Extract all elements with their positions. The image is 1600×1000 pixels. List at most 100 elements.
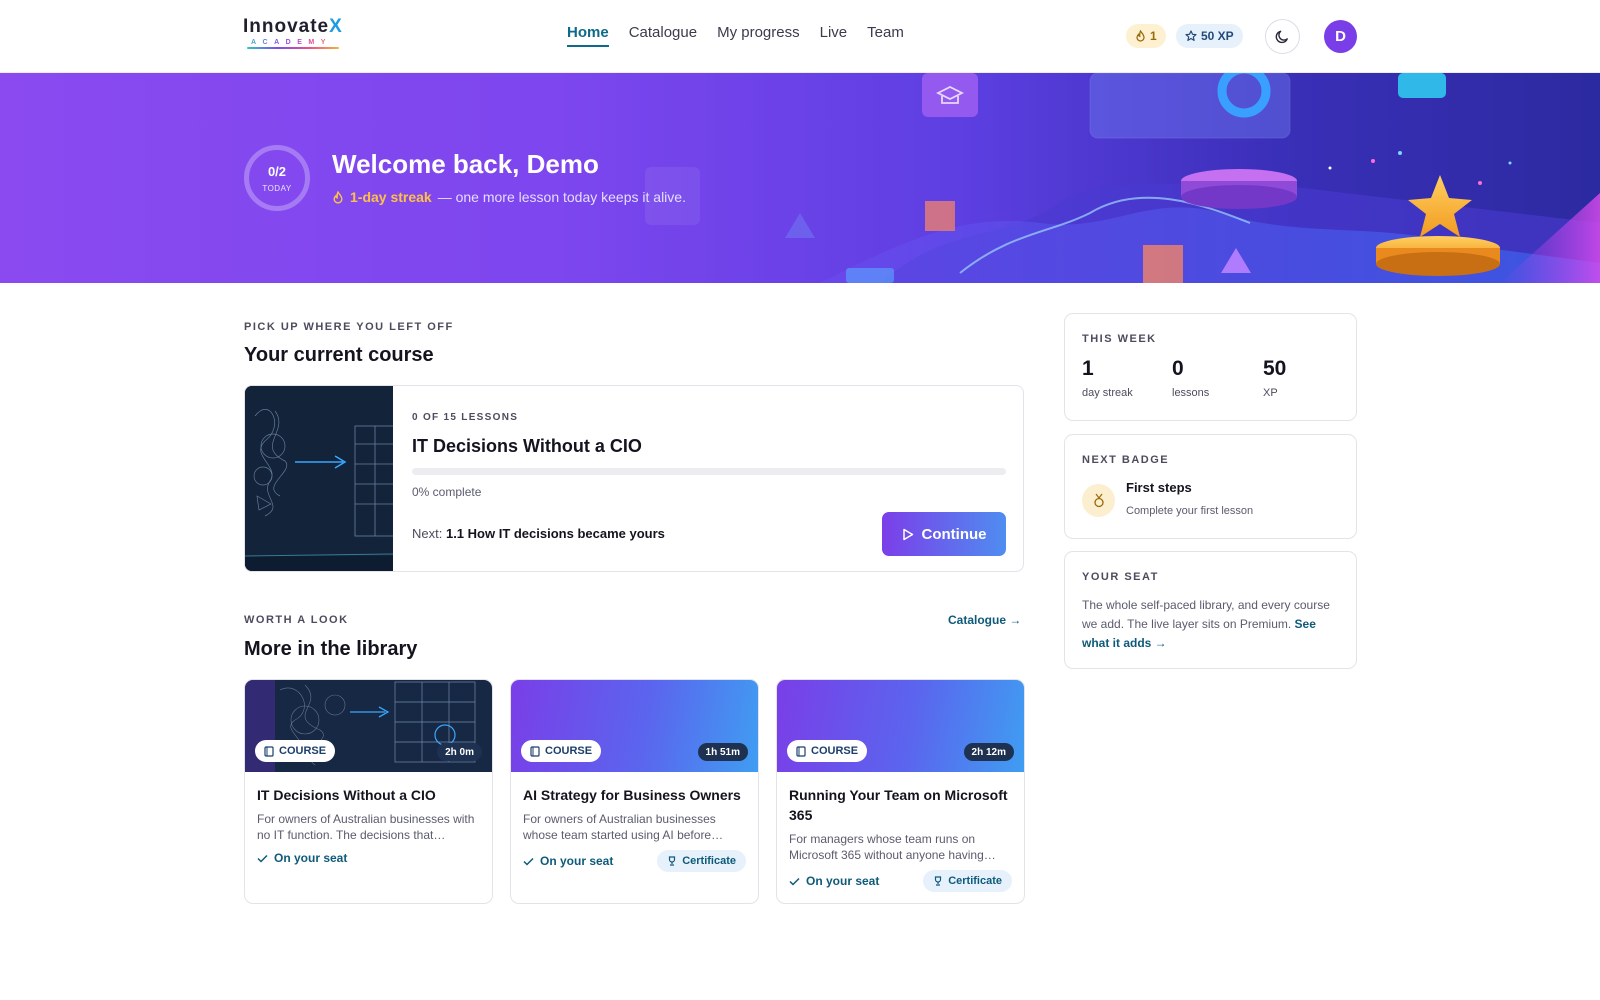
streak-suffix: — one more lesson today keeps it alive. — [437, 189, 686, 205]
course-tag: COURSE — [521, 740, 602, 762]
course-duration: 1h 51m — [697, 743, 748, 761]
check-icon — [257, 854, 268, 863]
current-course-card[interactable]: 0 OF 15 LESSONS IT Decisions Without a C… — [244, 385, 1024, 572]
this-week-eyebrow: THIS WEEK — [1082, 333, 1157, 345]
stat-lessons: 0 lessons — [1172, 357, 1209, 399]
nav-my-progress[interactable]: My progress — [717, 24, 800, 47]
top-navigation-bar: InnovateX ACADEMY Home Catalogue My prog… — [0, 0, 1600, 73]
certificate-label: Certificate — [948, 875, 1002, 887]
theme-toggle-button[interactable] — [1265, 19, 1300, 54]
stat-label: XP — [1263, 387, 1278, 399]
logo-subtitle: ACADEMY — [243, 39, 353, 46]
on-seat-label: On your seat — [274, 851, 348, 865]
course-tag: COURSE — [787, 740, 868, 762]
welcome-title: Welcome back, Demo — [332, 149, 599, 179]
nav-live[interactable]: Live — [820, 24, 848, 47]
logo-x: X — [329, 16, 343, 37]
course-thumbnail — [245, 386, 393, 571]
course-progress-bar — [412, 468, 1006, 475]
book-icon — [796, 745, 806, 757]
next-lesson: Next: 1.1 How IT decisions became yours — [412, 526, 665, 541]
streak-message: 1-day streak — one more lesson today kee… — [332, 189, 686, 205]
your-seat-description: The whole self-paced library, and every … — [1082, 598, 1330, 631]
book-icon — [530, 745, 540, 757]
your-seat-eyebrow: YOUR SEAT — [1082, 571, 1159, 583]
daily-goal-ring: 0/2 TODAY — [244, 145, 310, 211]
course-title[interactable]: IT Decisions Without a CIO — [412, 436, 642, 457]
daily-goal-value: 0/2 — [267, 163, 287, 179]
welcome-hero: 0/2 TODAY Welcome back, Demo 1-day strea… — [0, 73, 1600, 283]
library-card-title: Running Your Team on Microsoft 365 — [789, 787, 1008, 823]
continue-button[interactable]: Continue — [882, 512, 1006, 556]
course-duration: 2h 12m — [963, 743, 1014, 761]
certificate-badge: Certificate — [657, 850, 746, 872]
xp-pill[interactable]: 50 XP — [1176, 24, 1243, 48]
streak-pill[interactable]: 1 — [1126, 24, 1166, 48]
xp-value: 50 XP — [1201, 29, 1234, 43]
hero-illustration — [645, 73, 1600, 283]
next-badge-card: NEXT BADGE First steps Complete your fir… — [1064, 434, 1357, 539]
lesson-count: 0 OF 15 LESSONS — [412, 412, 519, 423]
library-card[interactable]: COURSE 2h 12m Running Your Team on Micro… — [776, 679, 1025, 904]
certificate-badge: Certificate — [923, 870, 1012, 892]
daily-goal-label: TODAY — [262, 183, 292, 193]
library-heading: More in the library — [244, 638, 418, 660]
library-card-title: IT Decisions Without a CIO — [257, 787, 436, 803]
check-icon — [789, 877, 800, 886]
innovatex-logo[interactable]: InnovateX ACADEMY — [243, 16, 353, 54]
logo-wordmark: Innovate — [243, 16, 330, 37]
course-duration: 2h 0m — [437, 743, 482, 761]
play-icon — [902, 528, 913, 540]
next-lesson-title: 1.1 How IT decisions became yours — [445, 526, 665, 541]
your-seat-card: YOUR SEAT The whole self-paced library, … — [1064, 551, 1357, 669]
next-badge-title: First steps — [1126, 480, 1192, 495]
on-seat-label: On your seat — [806, 874, 880, 888]
main-nav: Home Catalogue My progress Live Team — [567, 24, 904, 47]
stat-xp: 50 XP — [1263, 357, 1286, 399]
stat-value: 0 — [1172, 357, 1184, 380]
course-tag-label: COURSE — [279, 745, 327, 757]
on-seat-indicator: On your seat — [523, 854, 613, 868]
trophy-icon — [669, 856, 676, 866]
course-tag: COURSE — [255, 740, 336, 762]
book-icon — [264, 745, 274, 757]
current-course-heading: Your current course — [244, 344, 434, 366]
library-card[interactable]: COURSE 1h 51m AI Strategy for Business O… — [510, 679, 759, 904]
nav-team[interactable]: Team — [867, 24, 904, 47]
next-badge-description: Complete your first lesson — [1126, 505, 1254, 517]
this-week-card: THIS WEEK 1 day streak 0 lessons 50 XP — [1064, 313, 1357, 421]
nav-home[interactable]: Home — [567, 24, 609, 47]
streak-count: 1 — [1150, 29, 1157, 43]
flame-icon — [1136, 30, 1145, 42]
flame-icon — [333, 190, 343, 204]
on-seat-label: On your seat — [540, 854, 614, 868]
stat-streak: 1 day streak — [1082, 357, 1133, 399]
library-card[interactable]: COURSE 2h 0m IT Decisions Without a CIO … — [244, 679, 493, 904]
current-course-eyebrow: PICK UP WHERE YOU LEFT OFF — [244, 321, 454, 333]
course-tag-label: COURSE — [811, 745, 859, 757]
logo-underline — [247, 47, 339, 49]
library-eyebrow: WORTH A LOOK — [244, 614, 349, 626]
user-avatar[interactable]: D — [1324, 20, 1357, 53]
streak-highlight: 1-day streak — [350, 189, 432, 205]
stat-value: 1 — [1082, 357, 1094, 380]
next-lesson-prefix: Next: — [412, 526, 443, 541]
catalogue-link[interactable]: Catalogue → — [948, 613, 1021, 627]
nav-catalogue[interactable]: Catalogue — [629, 24, 697, 47]
stat-label: lessons — [1172, 387, 1210, 399]
stat-value: 50 — [1263, 357, 1287, 380]
library-card-description: For owners of Australian businesses with… — [257, 812, 475, 842]
course-tag-label: COURSE — [545, 745, 593, 757]
library-card-description: For owners of Australian businesses whos… — [523, 812, 724, 842]
progress-percent: 0% complete — [412, 485, 482, 499]
certificate-label: Certificate — [682, 855, 736, 867]
moon-icon — [1275, 30, 1288, 44]
check-icon — [523, 857, 534, 866]
stat-label: day streak — [1082, 387, 1133, 399]
on-seat-indicator: On your seat — [257, 851, 347, 865]
on-seat-indicator: On your seat — [789, 874, 879, 888]
continue-label: Continue — [921, 525, 987, 543]
trophy-icon — [935, 876, 942, 886]
library-card-description: For managers whose team runs on Microsof… — [789, 832, 996, 862]
star-icon — [1185, 30, 1197, 41]
